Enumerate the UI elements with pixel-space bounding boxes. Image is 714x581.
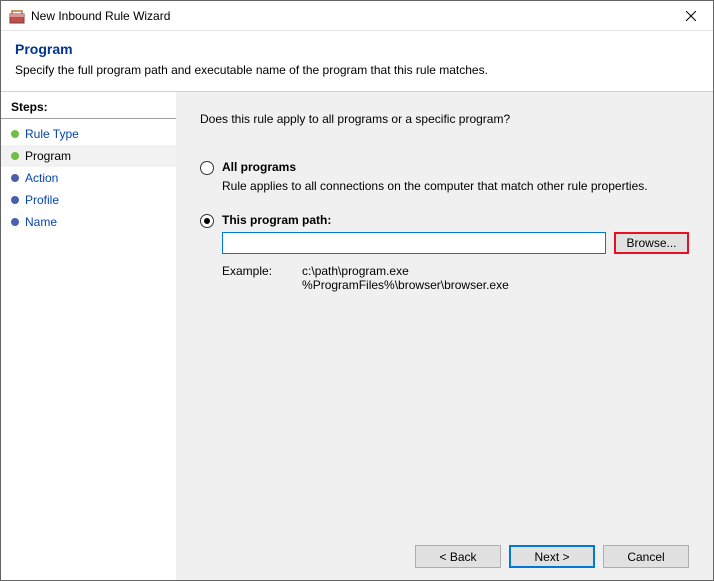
step-label: Name [25, 215, 57, 229]
wizard-header: Program Specify the full program path an… [1, 31, 713, 92]
option-label: This program path: [222, 213, 331, 227]
wizard-body: Steps: Rule Type Program Action Profile … [1, 92, 713, 580]
close-button[interactable] [668, 1, 713, 30]
step-action[interactable]: Action [1, 167, 176, 189]
step-bullet-icon [11, 130, 19, 138]
radio-icon[interactable] [200, 161, 214, 175]
next-button[interactable]: Next > [509, 545, 595, 568]
window-title: New Inbound Rule Wizard [31, 9, 668, 23]
wizard-window: New Inbound Rule Wizard Program Specify … [0, 0, 714, 581]
steps-title: Steps: [1, 100, 176, 119]
titlebar: New Inbound Rule Wizard [1, 1, 713, 31]
page-title: Program [15, 41, 699, 57]
option-this-program-path[interactable]: This program path: [200, 213, 689, 228]
content-pane: Does this rule apply to all programs or … [176, 92, 713, 580]
step-label: Profile [25, 193, 59, 207]
example-row: Example: c:\path\program.exe %ProgramFil… [222, 264, 689, 292]
browse-button[interactable]: Browse... [614, 232, 689, 254]
page-subtitle: Specify the full program path and execut… [15, 63, 699, 77]
step-label: Program [25, 149, 71, 163]
step-program[interactable]: Program [1, 145, 176, 167]
option-all-desc: Rule applies to all connections on the c… [222, 179, 689, 193]
step-label: Rule Type [25, 127, 79, 141]
option-all-programs[interactable]: All programs [200, 160, 689, 175]
example-paths: c:\path\program.exe %ProgramFiles%\brows… [302, 264, 509, 292]
cancel-button[interactable]: Cancel [603, 545, 689, 568]
steps-sidebar: Steps: Rule Type Program Action Profile … [1, 92, 176, 580]
wizard-footer: < Back Next > Cancel [200, 535, 689, 568]
back-button[interactable]: < Back [415, 545, 501, 568]
step-label: Action [25, 171, 58, 185]
step-profile[interactable]: Profile [1, 189, 176, 211]
step-bullet-icon [11, 152, 19, 160]
step-bullet-icon [11, 196, 19, 204]
program-path-row: Browse... [222, 232, 689, 254]
program-path-input[interactable] [222, 232, 606, 254]
step-bullet-icon [11, 218, 19, 226]
radio-icon[interactable] [200, 214, 214, 228]
step-bullet-icon [11, 174, 19, 182]
option-label: All programs [222, 160, 296, 174]
question-text: Does this rule apply to all programs or … [200, 112, 689, 126]
step-rule-type[interactable]: Rule Type [1, 123, 176, 145]
example-label: Example: [222, 264, 272, 292]
step-name[interactable]: Name [1, 211, 176, 233]
app-icon [9, 8, 25, 24]
